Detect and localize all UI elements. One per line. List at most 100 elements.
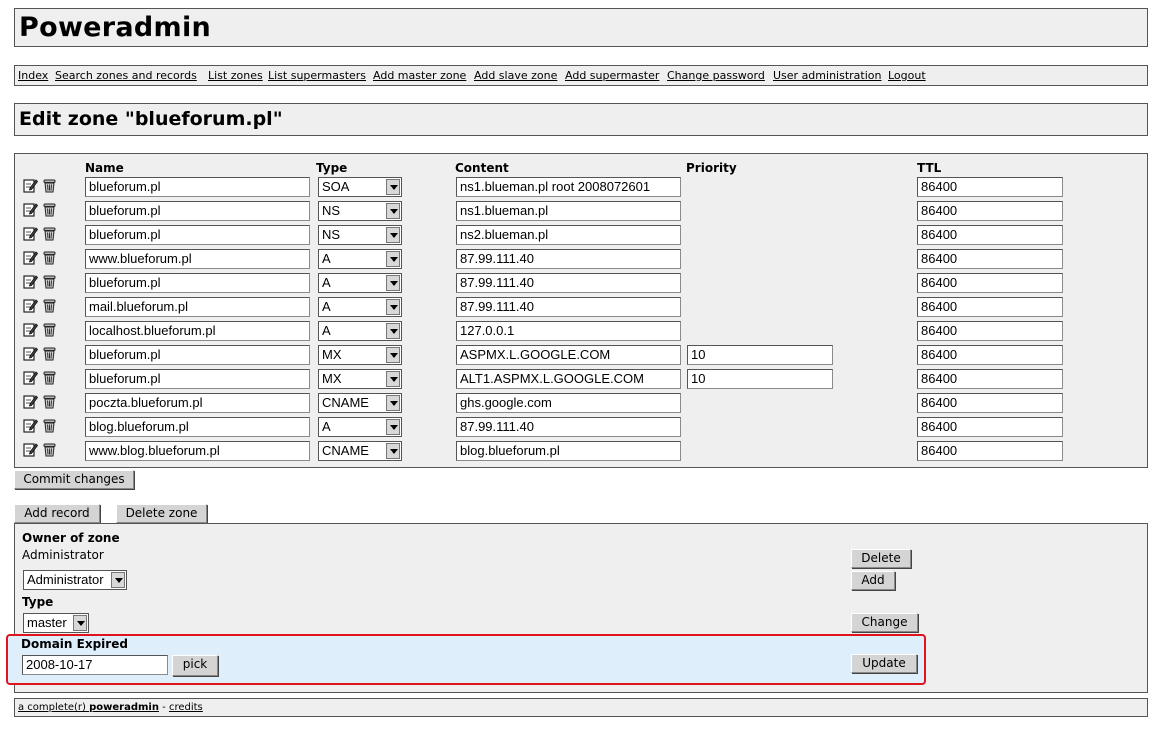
menu-list-supermasters[interactable]: List supermasters: [268, 69, 366, 82]
menu-logout[interactable]: Logout: [888, 69, 926, 82]
record-name-input[interactable]: www.blog.blueforum.pl: [85, 441, 310, 461]
chevron-down-icon: [386, 371, 400, 387]
menu-search-zones-records[interactable]: Search zones and records: [55, 69, 197, 82]
record-type-select[interactable]: A: [318, 273, 402, 293]
record-name-input[interactable]: blueforum.pl: [85, 369, 310, 389]
menu-user-administration[interactable]: User administration: [773, 69, 881, 82]
delete-owner-button[interactable]: Delete: [851, 549, 911, 568]
record-type-select[interactable]: A: [318, 417, 402, 437]
trash-icon[interactable]: [42, 250, 57, 265]
trash-icon[interactable]: [42, 226, 57, 241]
trash-icon[interactable]: [42, 274, 57, 289]
record-content-input[interactable]: ns1.blueman.pl: [456, 201, 681, 221]
trash-icon[interactable]: [42, 178, 57, 193]
record-name-input[interactable]: localhost.blueforum.pl: [85, 321, 310, 341]
record-content-input[interactable]: ALT1.ASPMX.L.GOOGLE.COM: [456, 369, 681, 389]
edit-icon[interactable]: [23, 346, 39, 361]
trash-icon[interactable]: [42, 418, 57, 433]
record-ttl-input[interactable]: 86400: [917, 201, 1063, 221]
record-name-input[interactable]: blog.blueforum.pl: [85, 417, 310, 437]
record-priority-input[interactable]: 10: [687, 369, 833, 389]
record-ttl-input[interactable]: 86400: [917, 177, 1063, 197]
record-type-select[interactable]: NS: [318, 225, 402, 245]
trash-icon[interactable]: [42, 394, 57, 409]
record-ttl-input[interactable]: 86400: [917, 249, 1063, 269]
trash-icon[interactable]: [42, 202, 57, 217]
edit-icon[interactable]: [23, 370, 39, 385]
edit-icon[interactable]: [23, 226, 39, 241]
pick-date-button[interactable]: pick: [172, 655, 218, 676]
record-name-input[interactable]: blueforum.pl: [85, 177, 310, 197]
record-content-input[interactable]: 87.99.111.40: [456, 297, 681, 317]
edit-icon[interactable]: [23, 394, 39, 409]
record-ttl-input[interactable]: 86400: [917, 393, 1063, 413]
record-ttl-input[interactable]: 86400: [917, 441, 1063, 461]
footer-credits-link[interactable]: credits: [169, 702, 203, 713]
record-type-select[interactable]: A: [318, 321, 402, 341]
record-ttl-input[interactable]: 86400: [917, 321, 1063, 341]
record-ttl-input[interactable]: 86400: [917, 297, 1063, 317]
edit-icon[interactable]: [23, 274, 39, 289]
expiry-date-input[interactable]: 2008-10-17: [22, 655, 168, 675]
record-name-input[interactable]: blueforum.pl: [85, 345, 310, 365]
add-owner-button[interactable]: Add: [851, 571, 895, 590]
zone-type-select[interactable]: master: [23, 613, 89, 633]
trash-icon[interactable]: [42, 298, 57, 313]
edit-icon[interactable]: [23, 322, 39, 337]
record-name-input[interactable]: blueforum.pl: [85, 201, 310, 221]
header-content: Content: [455, 161, 509, 175]
menu-index[interactable]: Index: [18, 69, 48, 82]
record-content-input[interactable]: ghs.google.com: [456, 393, 681, 413]
record-content-input[interactable]: 87.99.111.40: [456, 249, 681, 269]
edit-icon[interactable]: [23, 298, 39, 313]
record-content-input[interactable]: blog.blueforum.pl: [456, 441, 681, 461]
record-name-input[interactable]: blueforum.pl: [85, 273, 310, 293]
record-type-select[interactable]: NS: [318, 201, 402, 221]
record-content-input[interactable]: 87.99.111.40: [456, 273, 681, 293]
record-ttl-input[interactable]: 86400: [917, 345, 1063, 365]
main-menu: Index Search zones and records List zone…: [14, 65, 1148, 86]
update-button[interactable]: Update: [851, 654, 917, 673]
record-type-select[interactable]: CNAME: [318, 441, 402, 461]
record-type-select[interactable]: SOA: [318, 177, 402, 197]
menu-change-password[interactable]: Change password: [667, 69, 765, 82]
record-type-select[interactable]: MX: [318, 369, 402, 389]
record-content-input[interactable]: ns2.blueman.pl: [456, 225, 681, 245]
change-type-button[interactable]: Change: [851, 613, 918, 632]
record-priority-input[interactable]: 10: [687, 345, 833, 365]
edit-icon[interactable]: [23, 178, 39, 193]
record-ttl-input[interactable]: 86400: [917, 369, 1063, 389]
commit-changes-button[interactable]: Commit changes: [14, 470, 134, 489]
record-content-input[interactable]: ASPMX.L.GOOGLE.COM: [456, 345, 681, 365]
record-content-input[interactable]: ns1.blueman.pl root 2008072601: [456, 177, 681, 197]
trash-icon[interactable]: [42, 370, 57, 385]
record-type-select[interactable]: CNAME: [318, 393, 402, 413]
record-content-input[interactable]: 87.99.111.40: [456, 417, 681, 437]
record-name-input[interactable]: blueforum.pl: [85, 225, 310, 245]
edit-icon[interactable]: [23, 418, 39, 433]
record-name-input[interactable]: poczta.blueforum.pl: [85, 393, 310, 413]
record-content-input[interactable]: 127.0.0.1: [456, 321, 681, 341]
edit-icon[interactable]: [23, 202, 39, 217]
record-name-input[interactable]: mail.blueforum.pl: [85, 297, 310, 317]
owner-select[interactable]: Administrator: [23, 570, 127, 590]
trash-icon[interactable]: [42, 442, 57, 457]
footer-complete-link[interactable]: a complete(r) poweradmin: [18, 702, 159, 713]
menu-add-slave-zone[interactable]: Add slave zone: [474, 69, 557, 82]
record-type-select[interactable]: A: [318, 249, 402, 269]
edit-icon[interactable]: [23, 250, 39, 265]
add-record-button[interactable]: Add record: [14, 504, 100, 523]
record-ttl-input[interactable]: 86400: [917, 417, 1063, 437]
menu-add-supermaster[interactable]: Add supermaster: [565, 69, 659, 82]
record-ttl-input[interactable]: 86400: [917, 225, 1063, 245]
trash-icon[interactable]: [42, 322, 57, 337]
record-type-select[interactable]: A: [318, 297, 402, 317]
menu-add-master-zone[interactable]: Add master zone: [373, 69, 466, 82]
delete-zone-button[interactable]: Delete zone: [116, 504, 207, 523]
trash-icon[interactable]: [42, 346, 57, 361]
menu-list-zones[interactable]: List zones: [208, 69, 263, 82]
record-name-input[interactable]: www.blueforum.pl: [85, 249, 310, 269]
record-ttl-input[interactable]: 86400: [917, 273, 1063, 293]
edit-icon[interactable]: [23, 442, 39, 457]
record-type-select[interactable]: MX: [318, 345, 402, 365]
